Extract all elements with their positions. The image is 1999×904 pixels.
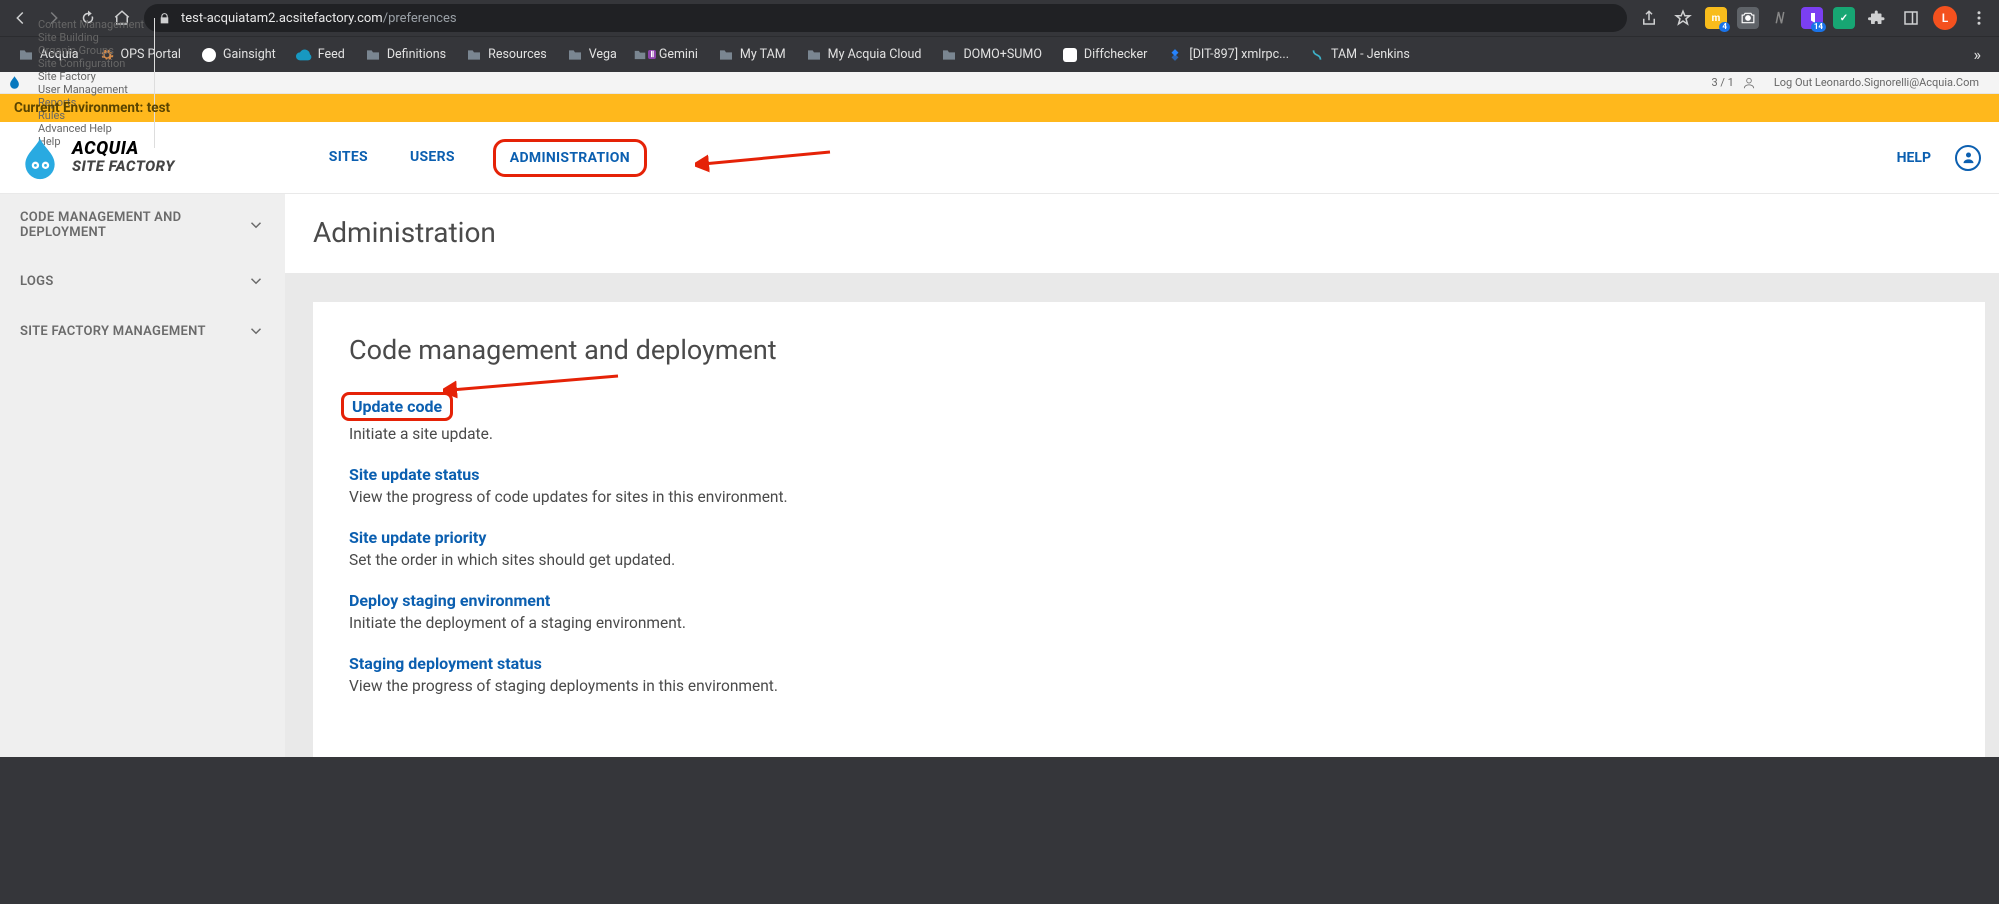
annotation-arrow-icon	[695, 142, 835, 174]
brand-logo[interactable]: ACQUIA SITE FACTORY	[18, 136, 175, 180]
bookmark-label: Vega	[589, 47, 617, 62]
tab-users[interactable]: USERS	[406, 139, 459, 177]
gemini-icon: Ⅱ	[637, 47, 653, 63]
admin-toolbar: Content ManagementSite BuildingOrganic G…	[0, 72, 1999, 94]
user-icon	[1742, 76, 1756, 90]
admin-link[interactable]: Site Building	[28, 31, 155, 44]
sidebar: CODE MANAGEMENT AND DEPLOYMENT LOGS SITE F…	[0, 194, 285, 757]
drupal-icon[interactable]	[4, 73, 24, 93]
bookmark-label: Feed	[318, 47, 345, 62]
extension-icon[interactable]: m4	[1705, 7, 1727, 29]
folder-icon	[941, 47, 957, 63]
admin-count: 3 / 1	[1711, 76, 1733, 89]
bookmark-item[interactable]: Definitions	[357, 43, 454, 67]
acquia-logo-icon	[18, 136, 62, 180]
chevron-down-icon	[247, 322, 265, 340]
bookmark-label: TAM - Jenkins	[1331, 47, 1410, 62]
bookmark-item[interactable]: Ⅱ Gemini	[629, 43, 706, 67]
admin-item-link[interactable]: Deploy staging environment	[349, 591, 550, 610]
bookmark-item[interactable]: Feed	[288, 43, 353, 67]
admin-item-desc: Set the order in which sites should get …	[349, 551, 1949, 569]
address-bar[interactable]: test-acquiatam2.acsitefactory.com/prefer…	[144, 4, 1627, 32]
extension-icon[interactable]	[1737, 7, 1759, 29]
admin-link[interactable]: Content Management	[28, 18, 155, 31]
bookmark-item[interactable]: D Diffchecker	[1054, 43, 1155, 67]
panel-icon[interactable]	[1899, 6, 1923, 30]
jen-icon	[1309, 47, 1325, 63]
bookmark-label: Gainsight	[223, 47, 276, 62]
folder-icon	[718, 47, 734, 63]
profile-avatar[interactable]: L	[1933, 6, 1957, 30]
sidebar-section[interactable]: CODE MANAGEMENT AND DEPLOYMENT	[0, 194, 285, 256]
cloud-icon	[296, 47, 312, 63]
bookmark-star-icon[interactable]	[1671, 6, 1695, 30]
sidebar-section[interactable]: LOGS	[0, 256, 285, 306]
bookmark-item[interactable]: DOMO+SUMO	[933, 43, 1049, 67]
folder-icon	[365, 47, 381, 63]
extensions-button[interactable]	[1865, 6, 1889, 30]
bookmark-label: My TAM	[740, 47, 786, 62]
sidebar-label: CODE MANAGEMENT AND DEPLOYMENT	[20, 210, 247, 240]
bookmark-item[interactable]: Vega	[559, 43, 625, 67]
bookmark-label: Definitions	[387, 47, 446, 62]
bookmark-item[interactable]: G Gainsight	[193, 43, 284, 67]
tab-administration[interactable]: ADMINISTRATION	[493, 139, 647, 177]
environment-banner: Current Environment: test	[0, 94, 1999, 122]
admin-item: Deploy staging environment Initiate the d…	[349, 591, 1949, 632]
bookmarks-bar: AcquiaOPS PortalGGainsightFeedDefinition…	[0, 36, 1999, 72]
admin-item-link[interactable]: Staging deployment status	[349, 654, 542, 673]
share-button[interactable]	[1637, 6, 1661, 30]
admin-link[interactable]: User Management	[28, 83, 155, 96]
g-icon: G	[201, 47, 217, 63]
chevron-down-icon	[247, 272, 265, 290]
lock-icon	[158, 12, 171, 25]
admin-link[interactable]: Organic Groups	[28, 44, 155, 57]
folder-icon	[806, 47, 822, 63]
sidebar-label: LOGS	[20, 274, 54, 289]
folder-icon	[567, 47, 583, 63]
sidebar-section[interactable]: SITE FACTORY MANAGEMENT	[0, 306, 285, 356]
folder-icon	[466, 47, 482, 63]
bookmark-item[interactable]: My TAM	[710, 43, 794, 67]
extension-icon[interactable]	[1769, 7, 1791, 29]
extension-icon[interactable]: ✓	[1833, 7, 1855, 29]
bookmark-label: Resources	[488, 47, 547, 62]
bookmark-label: [DIT-897] xmlrpc...	[1189, 47, 1289, 62]
admin-link[interactable]: Site Configuration	[28, 57, 155, 70]
bookmark-item[interactable]: [DIT-897] xmlrpc...	[1159, 43, 1297, 67]
admin-item-desc: View the progress of staging deployments…	[349, 677, 1949, 695]
bookmark-item[interactable]: My Acquia Cloud	[798, 43, 930, 67]
admin-item: Site update status View the progress of c…	[349, 465, 1949, 506]
admin-item-link[interactable]: Site update priority	[349, 528, 486, 547]
extension-icon[interactable]: 14	[1801, 7, 1823, 29]
bookmark-item[interactable]: Resources	[458, 43, 555, 67]
bookmark-label: DOMO+SUMO	[963, 47, 1041, 62]
bookmark-item[interactable]: TAM - Jenkins	[1301, 43, 1418, 67]
admin-item-link[interactable]: Site update status	[349, 465, 479, 484]
bookmark-label: Diffchecker	[1084, 47, 1147, 62]
page-title: Administration	[285, 194, 1999, 274]
d-icon: D	[1062, 47, 1078, 63]
bookmarks-overflow[interactable]: »	[1966, 41, 1990, 68]
menu-button[interactable]	[1967, 6, 1991, 30]
admin-link[interactable]: Site Factory	[28, 70, 155, 83]
admin-item-desc: Initiate the deployment of a staging env…	[349, 614, 1949, 632]
chevron-down-icon	[247, 216, 265, 234]
logout-link[interactable]: Log Out Leonardo.Signorelli@Acquia.Com	[1764, 76, 1989, 89]
sidebar-label: SITE FACTORY MANAGEMENT	[20, 324, 206, 339]
admin-item: Staging deployment status View the progre…	[349, 654, 1949, 695]
tab-sites[interactable]: SITES	[325, 139, 372, 177]
admin-item-desc: Initiate a site update.	[349, 425, 1949, 443]
admin-item-link[interactable]: Update code	[341, 392, 453, 421]
section-title: Code management and deployment	[349, 334, 1949, 366]
admin-item: Site update priority Set the order in whi…	[349, 528, 1949, 569]
url-text: test-acquiatam2.acsitefactory.com/prefer…	[181, 11, 457, 26]
jira-icon	[1167, 47, 1183, 63]
bookmark-label: My Acquia Cloud	[828, 47, 922, 62]
admin-item-desc: View the progress of code updates for si…	[349, 488, 1949, 506]
user-menu-icon[interactable]	[1955, 145, 1981, 171]
admin-item: Update codeInitiate a site update.	[349, 392, 1949, 443]
help-link[interactable]: HELP	[1897, 150, 1931, 166]
bookmark-label: Gemini	[659, 47, 698, 62]
